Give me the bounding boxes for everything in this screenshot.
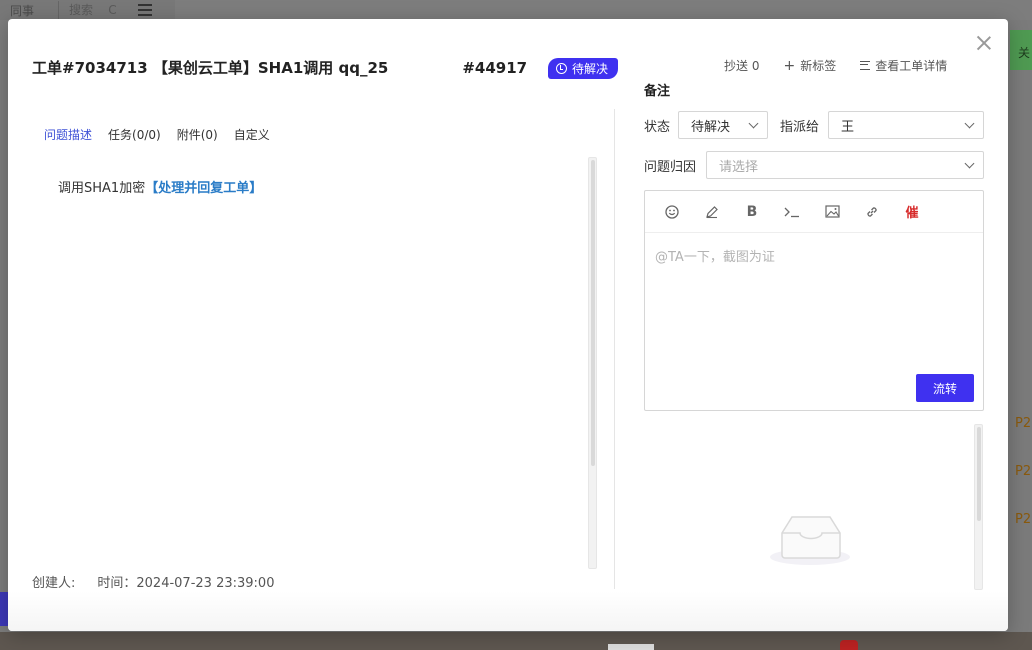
assignee-select[interactable]: 王 xyxy=(828,111,984,139)
bg-priority-label: P2 xyxy=(1015,416,1032,431)
bg-menu-icon xyxy=(138,4,153,16)
close-icon[interactable] xyxy=(976,35,992,51)
creator-label: 创建人: xyxy=(32,576,76,591)
bg-close-button: 关 xyxy=(1010,30,1032,70)
view-detail-button[interactable]: 查看工单详情 xyxy=(860,57,947,74)
cc-button[interactable]: 抄送 0 xyxy=(724,57,759,74)
process-reply-link[interactable]: 【处理并回复工单】 xyxy=(145,181,262,196)
pen-icon[interactable] xyxy=(703,203,721,221)
chevron-down-icon xyxy=(964,158,975,169)
top-actions: 抄送 0 + 新标签 查看工单详情 xyxy=(724,57,947,74)
note-editor[interactable]: B 催 @TA一下，截图为证 流转 xyxy=(644,190,984,411)
created-time: 时间：2024-07-23 23:39:00 xyxy=(97,576,275,591)
editor-placeholder: @TA一下，截图为证 xyxy=(655,250,775,265)
transfer-button[interactable]: 流转 xyxy=(916,374,974,402)
tab-attachments[interactable]: 附件(0) xyxy=(177,126,218,143)
ticket-modal: 工单#7034713 【果创云工单】SHA1调用 qq_25 #44917 待解决… xyxy=(8,19,1008,631)
tab-description[interactable]: 问题描述 xyxy=(44,126,92,143)
chevron-down-icon xyxy=(964,118,975,129)
ticket-tabs: 问题描述 任务(0/0) 附件(0) 自定义 xyxy=(44,126,270,143)
status-label: 状态 xyxy=(644,120,671,135)
urge-button[interactable]: 催 xyxy=(903,203,921,221)
status-select[interactable]: 待解决 xyxy=(678,111,768,139)
bg-search-input: 搜索 C xyxy=(58,1,128,19)
empty-inbox-icon xyxy=(768,507,854,575)
list-icon xyxy=(860,61,871,70)
notes-scrollbar[interactable] xyxy=(974,424,983,590)
chevron-down-icon xyxy=(748,118,759,129)
ticket-title: 工单#7034713 【果创云工单】SHA1调用 qq_25 #44917 xyxy=(32,59,528,77)
bg-priority-label: P2 xyxy=(1015,512,1032,527)
background-right-column: 关 P2 P2 P2 xyxy=(1008,20,1032,640)
image-icon[interactable] xyxy=(823,203,841,221)
tab-tasks[interactable]: 任务(0/0) xyxy=(108,126,161,143)
bg-priority-label: P2 xyxy=(1015,464,1032,479)
code-icon[interactable] xyxy=(783,203,801,221)
tab-custom[interactable]: 自定义 xyxy=(234,126,270,143)
cause-select[interactable]: 请选择 xyxy=(706,151,984,179)
status-badge: 待解决 xyxy=(548,58,619,79)
bg-colleague-tab: 同事 xyxy=(10,3,35,18)
ticket-footer: 创建人: 时间：2024-07-23 23:39:00 xyxy=(32,572,274,591)
bold-icon[interactable]: B xyxy=(743,203,761,221)
plus-icon: + xyxy=(783,57,796,74)
clock-icon xyxy=(556,63,567,74)
description-text: 调用SHA1加密【处理并回复工单】 xyxy=(58,181,263,196)
emoji-icon[interactable] xyxy=(663,203,681,221)
background-taskbar xyxy=(0,632,1032,650)
new-tag-button[interactable]: + 新标签 xyxy=(783,57,836,74)
background-topbar: 同事 搜索 C xyxy=(0,0,175,20)
description-scrollbar[interactable] xyxy=(588,157,597,569)
editor-toolbar: B 催 xyxy=(645,191,983,233)
panel-divider xyxy=(614,109,615,589)
bg-left-accent xyxy=(0,592,8,626)
assign-label: 指派给 xyxy=(780,120,820,135)
cause-label: 问题归因 xyxy=(644,160,697,175)
notes-heading: 备注 xyxy=(644,84,671,99)
link-icon[interactable] xyxy=(863,203,881,221)
